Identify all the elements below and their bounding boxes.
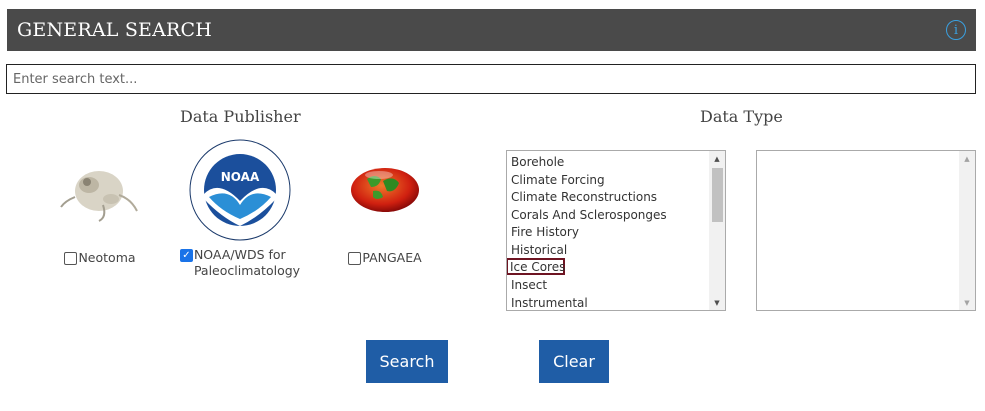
publisher-neotoma: Neotoma — [55, 140, 145, 266]
pangaea-checkbox-row[interactable]: PANGAEA — [348, 250, 422, 266]
data-type-listbox[interactable]: Borehole Climate Forcing Climate Reconst… — [506, 150, 726, 311]
data-type-option[interactable]: Fire History — [507, 222, 709, 240]
header-title: GENERAL SEARCH — [17, 19, 213, 41]
data-type-heading: Data Type — [700, 107, 783, 126]
pangaea-label: PANGAEA — [362, 250, 422, 265]
data-type-scrollbar[interactable]: ▲ ▼ — [709, 151, 725, 310]
scroll-down-icon[interactable]: ▼ — [709, 295, 725, 310]
neotoma-label: Neotoma — [78, 250, 136, 265]
search-input[interactable] — [6, 64, 976, 94]
neotoma-checkbox-row[interactable]: Neotoma — [64, 250, 136, 266]
noaa-checkbox[interactable]: ✓ — [179, 249, 193, 262]
noaa-label-line2: Paleoclimatology — [193, 263, 301, 278]
publisher-noaa: NOAA ✓ NOAA/WDS for Paleoclimatology — [179, 139, 300, 279]
data-type-option[interactable]: Insect — [507, 275, 709, 293]
clear-button[interactable]: Clear — [539, 340, 609, 383]
data-type-option[interactable]: Climate Reconstructions — [507, 187, 709, 205]
info-icon[interactable]: i — [946, 20, 966, 40]
data-subtype-scrollbar[interactable]: ▲ ▼ — [959, 151, 975, 310]
noaa-logo: NOAA — [189, 139, 291, 241]
noaa-checkbox-row[interactable]: ✓ NOAA/WDS for Paleoclimatology — [179, 247, 300, 279]
data-type-option[interactable]: Climate Forcing — [507, 170, 709, 188]
pangaea-logo — [349, 140, 421, 240]
data-type-option[interactable]: Historical — [507, 240, 709, 258]
noaa-label: NOAA/WDS for Paleoclimatology — [194, 247, 300, 279]
data-type-option[interactable]: Borehole — [507, 152, 709, 170]
scroll-up-icon[interactable]: ▲ — [959, 151, 975, 166]
neotoma-logo — [59, 140, 141, 240]
data-type-option[interactable]: Instrumental — [507, 293, 709, 310]
data-publisher-heading: Data Publisher — [180, 107, 301, 126]
search-header: GENERAL SEARCH i — [7, 9, 976, 51]
search-button[interactable]: Search — [366, 340, 448, 383]
scroll-up-icon[interactable]: ▲ — [709, 151, 725, 166]
pangaea-checkbox[interactable] — [348, 252, 362, 265]
noaa-label-line1: NOAA/WDS for — [193, 247, 286, 262]
scroll-thumb[interactable] — [712, 168, 723, 222]
data-subtype-listbox[interactable]: ▲ ▼ — [756, 150, 976, 311]
publisher-pangaea: PANGAEA — [345, 140, 425, 266]
scroll-down-icon[interactable]: ▼ — [959, 295, 975, 310]
neotoma-checkbox[interactable] — [64, 252, 78, 265]
svg-text:NOAA: NOAA — [221, 170, 260, 184]
data-type-option-highlighted[interactable]: Ice Cores — [507, 257, 565, 276]
data-type-option[interactable]: Corals And Sclerosponges — [507, 205, 709, 223]
data-type-options: Borehole Climate Forcing Climate Reconst… — [507, 151, 709, 310]
